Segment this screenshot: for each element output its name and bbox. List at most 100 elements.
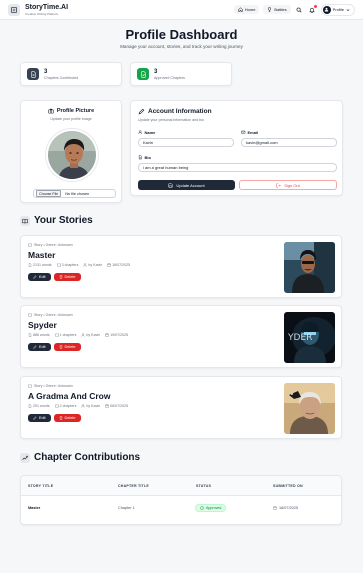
document-icon xyxy=(28,333,32,337)
stat-label: Chapters Contributed xyxy=(44,75,79,80)
edit-icon xyxy=(33,275,37,279)
bio-field[interactable]: i am a great human being xyxy=(138,163,337,172)
mail-icon xyxy=(241,131,246,134)
user-icon xyxy=(138,130,143,135)
calendar-icon xyxy=(273,506,277,510)
account-info-subtitle: Update your personal information and bio xyxy=(138,118,204,122)
trash-icon xyxy=(59,345,62,349)
book-icon xyxy=(28,313,32,317)
book-icon xyxy=(28,243,32,247)
story-title[interactable]: Spyder xyxy=(28,320,57,330)
story-meta: Story • Genre: Unknown xyxy=(28,384,73,388)
delete-story-button[interactable]: Delete xyxy=(53,343,81,351)
page-subtitle: Manage your account, stories, and track … xyxy=(120,44,243,49)
table-header: STORY TITLE CHAPTER TITLE STATUS SUBMITT… xyxy=(21,476,341,496)
story-card[interactable]: Story • Genre: Unknown Spyder 886 words … xyxy=(20,305,342,368)
file-upload-input[interactable]: Choose File No file chosen xyxy=(33,189,116,198)
edit-icon xyxy=(33,345,37,349)
user-icon xyxy=(81,333,85,337)
save-icon xyxy=(168,183,173,187)
email-label: Email xyxy=(241,130,258,135)
name-field[interactable]: Kavin xyxy=(138,138,234,147)
page-title: Profile Dashboard xyxy=(125,27,238,42)
check-circle-icon xyxy=(200,506,204,510)
story-title[interactable]: Master xyxy=(28,250,55,260)
avatar xyxy=(322,5,331,14)
search-button[interactable] xyxy=(295,5,304,14)
app-tagline: Creative Writing Platform xyxy=(25,11,59,16)
name-label: Name xyxy=(138,130,155,135)
home-icon xyxy=(238,7,243,12)
story-card[interactable]: Story • Genre: Unknown Master 2131 words… xyxy=(20,235,342,298)
file-status-text: No file chosen xyxy=(65,191,90,196)
notifications-button[interactable] xyxy=(308,5,317,14)
approved-document-icon xyxy=(137,68,149,80)
stat-value: 3 xyxy=(154,68,158,75)
trophy-icon xyxy=(268,7,272,12)
story-meta: Story • Genre: Unknown xyxy=(28,313,73,317)
document-icon xyxy=(27,68,39,80)
story-title[interactable]: A Gradma And Crow xyxy=(28,391,111,401)
camera-icon xyxy=(48,108,54,114)
edit-story-button[interactable]: Edit xyxy=(28,343,51,351)
status-badge: Approved xyxy=(195,504,227,512)
trash-icon xyxy=(59,275,62,279)
column-header: CHAPTER TITLE xyxy=(118,484,149,488)
chapter-title-cell: Chapter 1 xyxy=(118,506,135,510)
column-header: STATUS xyxy=(196,484,212,488)
edit-icon xyxy=(33,416,37,420)
story-cover-image[interactable] xyxy=(284,383,335,434)
logout-icon xyxy=(276,183,281,187)
search-icon xyxy=(296,7,302,13)
chart-icon xyxy=(20,452,30,463)
update-account-button[interactable]: Update Account xyxy=(138,180,235,190)
your-stories-heading: Your Stories xyxy=(20,215,93,226)
calendar-icon xyxy=(105,404,109,408)
svg-text:YDER: YDER xyxy=(287,333,312,343)
app-name[interactable]: StoryTime.AI xyxy=(25,4,68,12)
stat-label: Approved Chapters xyxy=(154,75,185,80)
column-header: SUBMITTED ON xyxy=(273,484,303,488)
book-icon xyxy=(54,333,59,337)
document-icon xyxy=(138,155,142,160)
book-icon xyxy=(56,263,61,267)
user-icon xyxy=(81,404,85,408)
chevron-down-icon xyxy=(346,8,350,11)
profile-picture-card: Profile Picture Update your profile imag… xyxy=(20,100,122,203)
email-field[interactable]: kavin@gmail.com xyxy=(241,138,337,147)
nav-battles-label: Battles xyxy=(274,7,287,12)
nav-home[interactable]: Home xyxy=(233,5,260,14)
choose-file-button[interactable]: Choose File xyxy=(36,190,62,197)
delete-story-button[interactable]: Delete xyxy=(53,414,81,422)
edit-story-button[interactable]: Edit xyxy=(28,414,51,422)
story-cover-image[interactable]: YDER xyxy=(284,312,335,363)
book-icon xyxy=(28,384,32,388)
edit-icon xyxy=(138,108,145,115)
delete-story-button[interactable]: Delete xyxy=(53,273,81,281)
story-stats: 251 words 2 chapters by Kavin 06/07/2025 xyxy=(28,404,128,408)
book-icon xyxy=(20,215,30,226)
story-card[interactable]: Story • Genre: Unknown A Gradma And Crow… xyxy=(20,376,342,439)
profile-label: Profile xyxy=(332,7,344,12)
sign-out-button[interactable]: Sign Out xyxy=(239,180,337,190)
story-meta: Story • Genre: Unknown xyxy=(28,243,73,247)
contributions-table: STORY TITLE CHAPTER TITLE STATUS SUBMITT… xyxy=(20,475,342,525)
nav-home-label: Home xyxy=(244,7,256,12)
story-stats: 886 words 1 chapters by Kavin 19/07/2025 xyxy=(28,333,128,337)
book-icon xyxy=(54,404,59,408)
user-icon xyxy=(324,7,329,12)
account-info-title: Account Information xyxy=(138,108,212,115)
profile-picture-subtitle: Update your profile image xyxy=(50,117,92,121)
profile-menu-button[interactable]: Profile xyxy=(320,3,355,16)
document-icon xyxy=(28,404,32,408)
account-information-card: Account Information Update your personal… xyxy=(130,100,343,196)
stat-card-chapters-contributed: 3 Chapters Contributed xyxy=(20,62,122,86)
nav-battles[interactable]: Battles xyxy=(263,5,291,14)
story-title-cell: Master xyxy=(28,506,41,510)
edit-story-button[interactable]: Edit xyxy=(28,273,51,281)
logo-icon[interactable] xyxy=(8,3,20,16)
story-cover-image[interactable] xyxy=(284,242,335,293)
profile-avatar-image[interactable] xyxy=(46,129,98,181)
story-stats: 2131 words 3 chapters by Kavin 18/07/202… xyxy=(28,263,130,267)
profile-picture-title: Profile Picture xyxy=(21,108,121,114)
